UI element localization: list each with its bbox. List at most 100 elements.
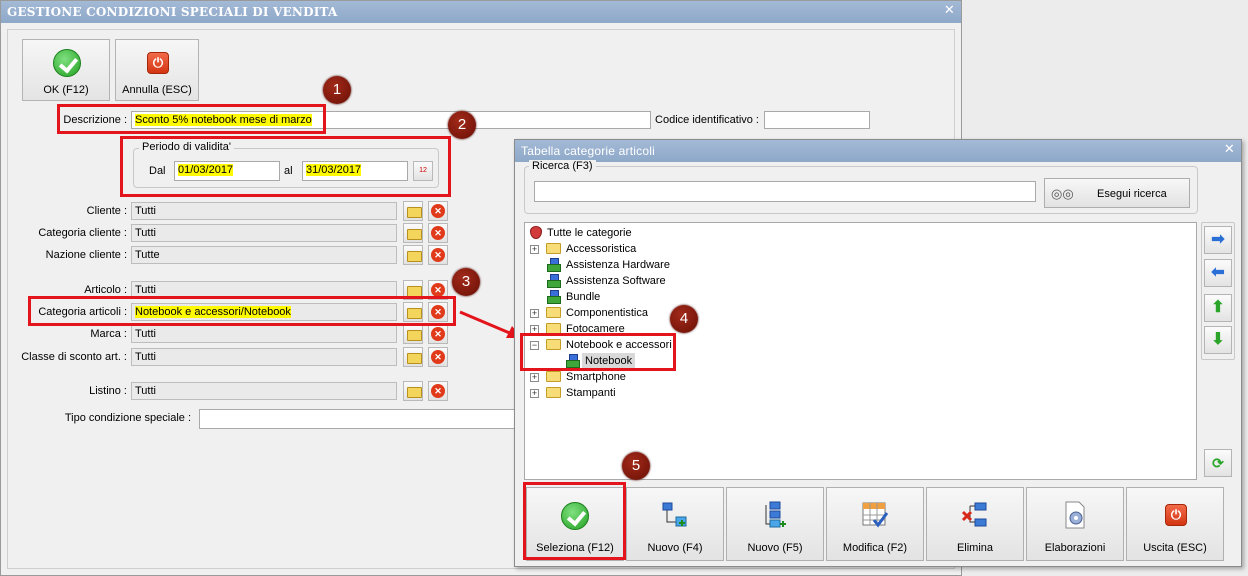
- expand-icon[interactable]: +: [530, 389, 539, 398]
- main-close-icon[interactable]: ✕: [944, 3, 955, 18]
- cliente-folder-icon[interactable]: [403, 201, 423, 221]
- power-icon: ⏻: [147, 52, 169, 74]
- category-icon: [547, 290, 561, 304]
- nazione-cliente-field[interactable]: Tutte: [131, 246, 397, 264]
- refresh-icon[interactable]: ⟳: [1204, 449, 1232, 477]
- marca-delete-icon[interactable]: [428, 324, 448, 344]
- categoria-cliente-label: Categoria cliente :: [38, 227, 127, 239]
- new-child-node-icon: [765, 501, 786, 528]
- listino-folder-icon[interactable]: [403, 381, 423, 401]
- annotation-box-notebook: [520, 333, 676, 371]
- arrow-down-icon[interactable]: ⬇: [1204, 326, 1232, 354]
- codice-label: Codice identificativo :: [655, 114, 759, 126]
- elaborazioni-button[interactable]: Elaborazioni: [1026, 487, 1124, 561]
- listino-label: Listino :: [89, 385, 127, 397]
- cancel-button[interactable]: ⏻ Annulla (ESC): [115, 39, 199, 101]
- annotation-marker-3: 3: [452, 268, 480, 296]
- arrow-up-icon[interactable]: ⬆: [1204, 294, 1232, 322]
- annotation-marker-5: 5: [622, 452, 650, 480]
- exit-icon: ⏻: [1165, 504, 1187, 526]
- marca-field[interactable]: Tutti: [131, 325, 397, 343]
- elimina-label: Elimina: [956, 542, 994, 554]
- nazione-cliente-label: Nazione cliente :: [45, 249, 127, 261]
- categoria-cliente-folder-icon[interactable]: [403, 223, 423, 243]
- dialog-title: Tabella categorie articoli: [521, 144, 655, 158]
- categoria-cliente-delete-icon[interactable]: [428, 223, 448, 243]
- dialog-close-icon[interactable]: ✕: [1224, 142, 1235, 157]
- nuovo-f4-button[interactable]: Nuovo (F4): [626, 487, 724, 561]
- arrow-left-icon[interactable]: ⬅: [1204, 259, 1232, 287]
- tree-node-label: Tutte le categorie: [547, 227, 632, 239]
- tree-node-componentistica[interactable]: + Componentistica: [530, 305, 730, 321]
- expand-icon[interactable]: +: [530, 245, 539, 254]
- tree-node-assistenza-software[interactable]: Assistenza Software: [530, 273, 730, 289]
- annotation-marker-4: 4: [670, 305, 698, 333]
- cancel-button-label: Annulla (ESC): [122, 84, 192, 96]
- marca-label: Marca :: [90, 328, 127, 340]
- cliente-delete-icon[interactable]: [428, 201, 448, 221]
- articolo-label: Articolo :: [84, 284, 127, 296]
- expand-icon[interactable]: +: [530, 373, 539, 382]
- tree-node-label: Stampanti: [566, 387, 616, 399]
- annotation-box-categoria-articoli: [28, 296, 456, 326]
- dialog-titlebar: Tabella categorie articoli ✕: [515, 140, 1241, 162]
- tree-node-accessoristica[interactable]: + Accessoristica: [530, 241, 730, 257]
- binoculars-icon: ◎◎: [1051, 186, 1074, 201]
- tipo-condizione-field[interactable]: [199, 409, 519, 429]
- tree-node-label: Componentistica: [566, 307, 648, 319]
- expand-icon[interactable]: +: [530, 309, 539, 318]
- check-icon: [53, 49, 81, 77]
- elimina-button[interactable]: Elimina: [926, 487, 1024, 561]
- new-node-icon: [662, 502, 687, 527]
- edit-grid-icon: [862, 502, 889, 528]
- ok-button[interactable]: OK (F12): [22, 39, 110, 101]
- uscita-button[interactable]: ⏻ Uscita (ESC): [1126, 487, 1224, 561]
- tree-node-label: Assistenza Hardware: [566, 259, 670, 271]
- nuovo-f5-label: Nuovo (F5): [747, 542, 803, 554]
- arrow-right-icon[interactable]: ➡: [1204, 226, 1232, 254]
- classe-sconto-delete-icon[interactable]: [428, 347, 448, 367]
- tree-node-bundle[interactable]: Bundle: [530, 289, 730, 305]
- strawberry-icon: [530, 226, 542, 239]
- nuovo-f4-label: Nuovo (F4): [647, 542, 703, 554]
- elaborazioni-label: Elaborazioni: [1044, 542, 1106, 554]
- classe-sconto-label: Classe di sconto art. :: [21, 351, 127, 363]
- annotation-marker-1: 1: [323, 76, 351, 104]
- classe-sconto-folder-icon[interactable]: [403, 347, 423, 367]
- tree-node-label: Accessoristica: [566, 243, 637, 255]
- search-group-title: Ricerca (F3): [529, 160, 596, 172]
- modifica-button[interactable]: Modifica (F2): [826, 487, 924, 561]
- codice-field[interactable]: [764, 111, 870, 129]
- listino-delete-icon[interactable]: [428, 381, 448, 401]
- folder-icon: [546, 243, 561, 254]
- delete-node-icon: [961, 502, 987, 527]
- search-button[interactable]: ◎◎ Esegui ricerca: [1044, 178, 1190, 208]
- nuovo-f5-button[interactable]: Nuovo (F5): [726, 487, 824, 561]
- annotation-box-seleziona: [523, 482, 626, 560]
- search-button-label: Esegui ricerca: [1097, 188, 1167, 200]
- annotation-marker-2: 2: [448, 111, 476, 139]
- marca-folder-icon[interactable]: [403, 324, 423, 344]
- classe-sconto-field[interactable]: Tutti: [131, 348, 397, 366]
- main-title: GESTIONE CONDIZIONI SPECIALI DI VENDITA: [7, 5, 338, 19]
- listino-field[interactable]: Tutti: [131, 382, 397, 400]
- tree-node-label: Smartphone: [566, 371, 626, 383]
- main-titlebar: GESTIONE CONDIZIONI SPECIALI DI VENDITA …: [1, 1, 961, 23]
- tree-node-stampanti[interactable]: + Stampanti: [530, 385, 730, 401]
- search-input[interactable]: [534, 181, 1036, 202]
- cliente-field[interactable]: Tutti: [131, 202, 397, 220]
- nazione-cliente-folder-icon[interactable]: [403, 245, 423, 265]
- category-icon: [547, 274, 561, 288]
- folder-icon: [546, 307, 561, 318]
- nazione-cliente-delete-icon[interactable]: [428, 245, 448, 265]
- category-icon: [547, 258, 561, 272]
- tipo-condizione-label: Tipo condizione speciale :: [64, 412, 191, 424]
- annotation-box-descrizione: [57, 104, 326, 134]
- folder-icon: [546, 387, 561, 398]
- folder-icon: [546, 371, 561, 382]
- categoria-cliente-field[interactable]: Tutti: [131, 224, 397, 242]
- tree-node-smartphone[interactable]: + Smartphone: [530, 369, 730, 385]
- uscita-label: Uscita (ESC): [1143, 542, 1207, 554]
- tree-node-assistenza-hardware[interactable]: Assistenza Hardware: [530, 257, 730, 273]
- tree-node-label: Assistenza Software: [566, 275, 666, 287]
